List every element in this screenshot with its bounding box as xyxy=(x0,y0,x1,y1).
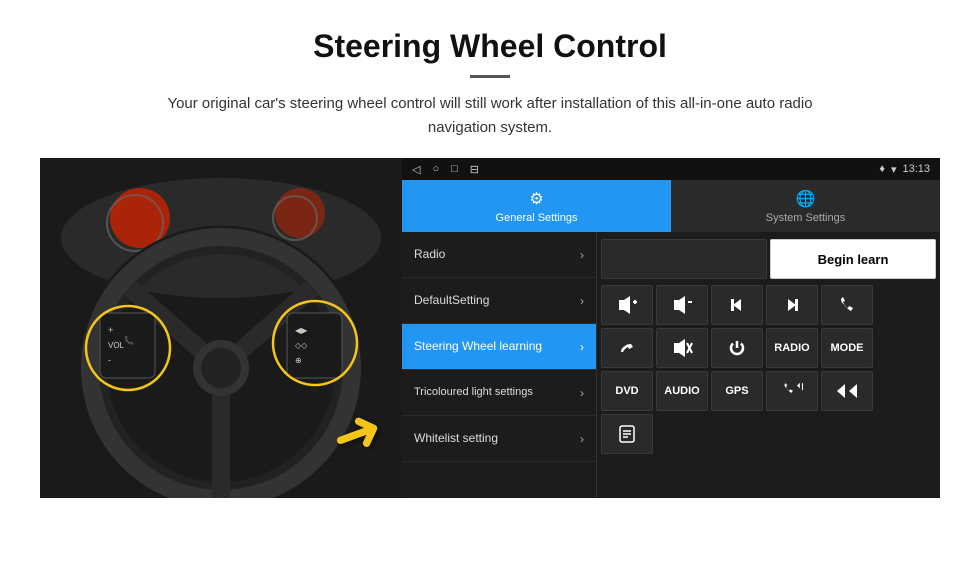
svg-text:📞: 📞 xyxy=(124,335,134,345)
status-right: ♦ ▾ 13:13 xyxy=(879,163,930,176)
signal-icon: ♦ xyxy=(879,163,885,175)
nav-icons: ◁ ○ □ ⊟ xyxy=(412,163,479,176)
begin-learn-button[interactable]: Begin learn xyxy=(770,239,936,279)
empty-slot xyxy=(601,239,767,279)
vol-up-button[interactable] xyxy=(601,285,653,325)
power-button[interactable] xyxy=(711,328,763,368)
tab-general-label: General Settings xyxy=(496,212,578,224)
page-title: Steering Wheel Control xyxy=(40,28,940,65)
wifi-icon: ▾ xyxy=(891,163,897,176)
ctrl-row-4 xyxy=(601,414,936,454)
mute-button[interactable] xyxy=(656,328,708,368)
top-row: Begin learn xyxy=(601,236,936,282)
svg-text:-: - xyxy=(108,355,111,365)
svg-text:◀▶: ◀▶ xyxy=(295,326,308,335)
tab-system-settings[interactable]: 🌐 System Settings xyxy=(671,180,940,232)
chevron-icon: › xyxy=(580,248,584,262)
tab-system-label: System Settings xyxy=(766,212,845,224)
control-rows: RADIO MODE DVD AUDIO GPS xyxy=(601,285,936,454)
home-icon[interactable]: ○ xyxy=(432,163,439,175)
recent-icon[interactable]: □ xyxy=(451,163,458,175)
audio-button[interactable]: AUDIO xyxy=(656,371,708,411)
media-file-button[interactable] xyxy=(601,414,653,454)
menu-item-whitelist[interactable]: Whitelist setting › xyxy=(402,416,596,462)
back-icon[interactable]: ◁ xyxy=(412,163,420,176)
chevron-icon: › xyxy=(580,340,584,354)
svg-text:VOL: VOL xyxy=(108,341,125,350)
steering-wheel-image: + VOL - 📞 ◀▶ ◇◇ ⊕ ➜ xyxy=(40,158,402,498)
time-display: 13:13 xyxy=(902,163,930,175)
menu-icon[interactable]: ⊟ xyxy=(470,163,479,176)
gps-button[interactable]: GPS xyxy=(711,371,763,411)
page-subtitle: Your original car's steering wheel contr… xyxy=(140,92,840,140)
radio-button[interactable]: RADIO xyxy=(766,328,818,368)
content-row: + VOL - 📞 ◀▶ ◇◇ ⊕ ➜ ◁ xyxy=(40,158,940,498)
chevron-icon: › xyxy=(580,386,584,400)
dvd-button[interactable]: DVD xyxy=(601,371,653,411)
general-settings-icon: ⚙ xyxy=(529,189,543,209)
mode-button[interactable]: MODE xyxy=(821,328,873,368)
rew-ff-button[interactable] xyxy=(821,371,873,411)
menu-item-steering-wheel[interactable]: Steering Wheel learning › xyxy=(402,324,596,370)
menu-item-tricoloured[interactable]: Tricoloured light settings › xyxy=(402,370,596,416)
phone-answer-button[interactable] xyxy=(821,285,873,325)
system-settings-icon: 🌐 xyxy=(796,189,816,209)
menu-item-defaultsetting[interactable]: DefaultSetting › xyxy=(402,278,596,324)
android-panel: ◁ ○ □ ⊟ ♦ ▾ 13:13 ⚙ General Settings xyxy=(402,158,940,498)
settings-list: Radio › DefaultSetting › Steering Wheel … xyxy=(402,232,940,498)
title-divider xyxy=(470,75,510,78)
svg-text:⊕: ⊕ xyxy=(295,356,302,365)
ctrl-row-2: RADIO MODE xyxy=(601,328,936,368)
phone-prev-button[interactable] xyxy=(766,371,818,411)
title-section: Steering Wheel Control Your original car… xyxy=(40,28,940,140)
status-bar: ◁ ○ □ ⊟ ♦ ▾ 13:13 xyxy=(402,158,940,180)
button-grid: Begin learn xyxy=(597,232,940,498)
ctrl-row-3: DVD AUDIO GPS xyxy=(601,371,936,411)
menu-item-radio[interactable]: Radio › xyxy=(402,232,596,278)
phone-hangup-button[interactable] xyxy=(601,328,653,368)
menu-column: Radio › DefaultSetting › Steering Wheel … xyxy=(402,232,597,498)
chevron-icon: › xyxy=(580,294,584,308)
chevron-icon: › xyxy=(580,432,584,446)
tab-bar: ⚙ General Settings 🌐 System Settings xyxy=(402,180,940,232)
next-track-button[interactable] xyxy=(766,285,818,325)
ctrl-row-1 xyxy=(601,285,936,325)
prev-track-button[interactable] xyxy=(711,285,763,325)
svg-text:◇◇: ◇◇ xyxy=(295,341,308,350)
vol-down-button[interactable] xyxy=(656,285,708,325)
tab-general-settings[interactable]: ⚙ General Settings xyxy=(402,180,671,232)
svg-text:+: + xyxy=(108,325,113,335)
